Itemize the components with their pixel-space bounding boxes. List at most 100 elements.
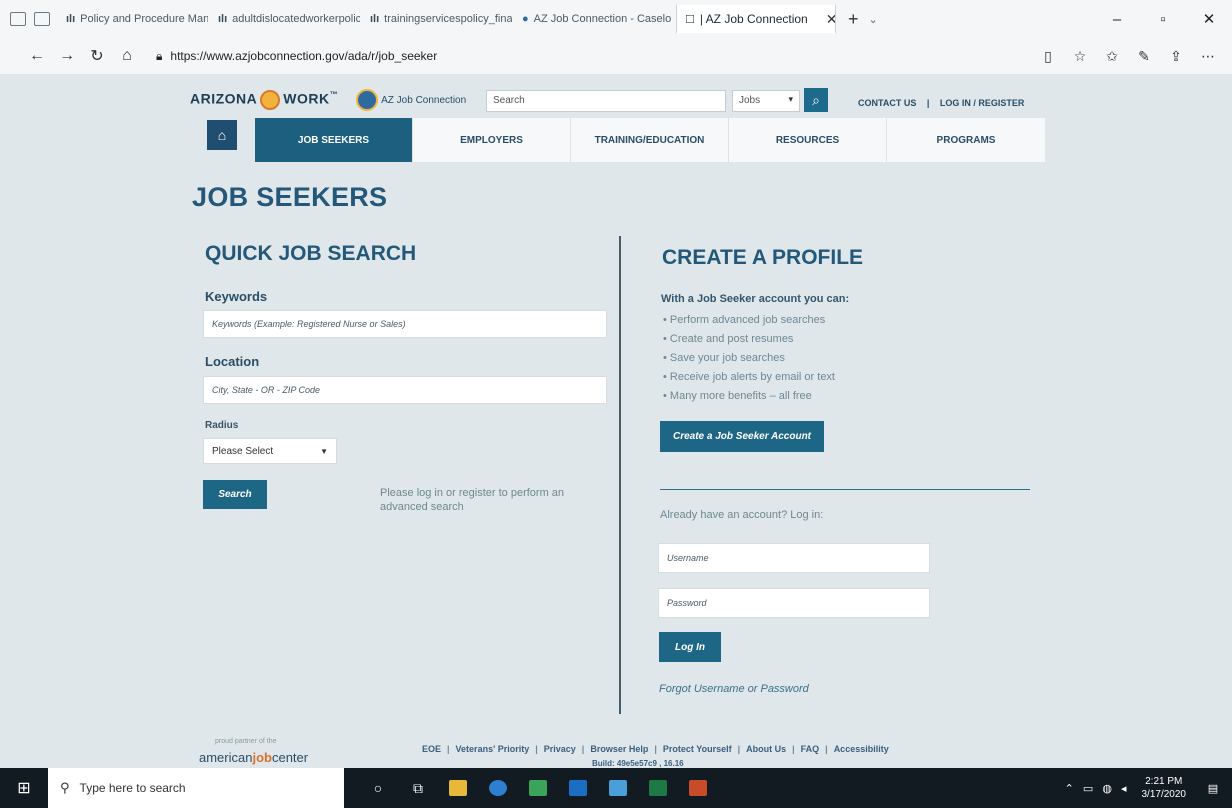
tab-label: adultdislocatedworkerpolic [232,13,360,25]
app-icon[interactable] [598,768,638,808]
minimize-icon[interactable]: – [1094,11,1140,28]
forward-icon[interactable]: → [52,47,82,65]
maximize-icon[interactable]: ▫ [1140,11,1186,28]
refresh-icon[interactable]: ↻ [82,46,112,66]
globe-logo-icon [356,89,379,111]
site-search-input[interactable]: Search [486,90,726,112]
clock-date: 3/17/2020 [1141,789,1187,800]
location-placeholder: City, State - OR - ZIP Code [212,385,321,395]
search-placeholder: Search [493,95,525,106]
browser-tab[interactable]: ılı trainingservicespolicy_final [362,5,512,33]
new-tab-icon[interactable]: + [848,9,859,30]
browser-tab-bar: ılı Policy and Procedure Manu ılı adultd… [0,0,1232,38]
separator: | [654,744,657,754]
nav-employers[interactable]: EMPLOYERS [413,118,571,162]
page-title: JOB SEEKERS [192,182,388,212]
nav-resources[interactable]: RESOURCES [729,118,887,162]
username-placeholder: Username [667,553,709,563]
cortana-icon[interactable]: ○ [358,768,398,808]
browser-tab[interactable]: ılı Policy and Procedure Manu [58,5,208,33]
tab-actions-icon[interactable] [10,12,26,26]
radius-select[interactable]: Please Select ▼ [203,438,337,464]
keywords-input[interactable]: Keywords (Example: Registered Nurse or S… [203,310,607,338]
az-job-connection-logo[interactable]: AZ Job Connection [356,89,466,111]
login-button[interactable]: Log In [659,632,721,662]
location-input[interactable]: City, State - OR - ZIP Code [203,376,607,404]
file-explorer-icon[interactable] [438,768,478,808]
back-icon[interactable]: ← [22,47,52,65]
share-icon[interactable]: ⇪ [1160,48,1192,65]
tab-preview-icon[interactable] [34,12,50,26]
app-icon[interactable] [518,768,558,808]
home-button[interactable]: ⌂ [207,120,237,150]
password-input[interactable]: Password [658,588,930,618]
home-icon[interactable]: ⌂ [112,47,142,65]
create-profile-title: CREATE A PROFILE [662,246,864,269]
separator: | [447,744,450,754]
build-info: Build: 49e5e57c9 , 16.16 [592,759,684,768]
location-label: Location [205,354,260,369]
system-tray: ⌃ ▭ ◍ ◂ 2:21 PM 3/17/2020 ▤ [1065,768,1232,808]
taskbar-apps: ○ ⧉ [358,768,718,808]
more-icon[interactable]: ⋯ [1192,48,1224,65]
username-input[interactable]: Username [658,543,930,573]
login-register-link[interactable]: LOG IN / REGISTER [940,98,1025,108]
browser-tab[interactable]: ● AZ Job Connection - Caselo [514,5,674,33]
footer-link-faq[interactable]: FAQ [801,744,820,754]
forgot-credentials-link[interactable]: Forgot Username or Password [659,683,809,695]
search-button[interactable]: Search [203,480,267,509]
excel-icon[interactable] [638,768,678,808]
radius-value: Please Select [212,445,274,457]
browser-tab[interactable]: ılı adultdislocatedworkerpolic [210,5,360,33]
reading-view-icon[interactable]: ▯ [1032,48,1064,65]
browser-tab-active[interactable]: ☐ | AZ Job Connection ✕ [676,5,836,33]
pen-icon[interactable]: ✎ [1128,48,1160,65]
chevron-down-icon: ▾ [788,94,793,104]
url-field[interactable]: 🔒︎ https://www.azjobconnection.gov/ada/r… [156,49,437,64]
footer-partner-text: proud partner of the [215,738,277,745]
footer-link-eoe[interactable]: EOE [422,744,441,754]
tab-label: AZ Job Connection - Caselo [533,13,672,25]
favorite-star-icon[interactable]: ☆ [1064,48,1096,65]
url-text: https://www.azjobconnection.gov/ada/r/jo… [170,49,438,63]
create-account-button[interactable]: Create a Job Seeker Account [660,421,824,452]
arizona-work-logo[interactable]: ARIZONA WORK™ [190,90,338,110]
start-button[interactable]: ⊞ [0,768,48,808]
outlook-icon[interactable] [558,768,598,808]
footer-link-accessibility[interactable]: Accessibility [834,744,889,754]
task-view-icon[interactable]: ⧉ [398,768,438,808]
ajc-suffix: center [271,750,309,765]
globe-icon: ● [522,13,529,25]
password-placeholder: Password [667,598,707,608]
radius-label: Radius [205,420,239,431]
nav-programs[interactable]: PROGRAMS [887,118,1045,162]
keywords-placeholder: Keywords (Example: Registered Nurse or S… [212,319,406,329]
close-tab-icon[interactable]: ✕ [826,11,835,28]
taskbar-search-input[interactable]: ⚲ Type here to search [48,768,344,808]
logo-trademark: ™ [329,90,339,99]
tray-icons[interactable]: ⌃ ▭ ◍ ◂ [1065,782,1130,795]
separator: | [535,744,538,754]
edge-browser-icon[interactable] [478,768,518,808]
footer-link-privacy[interactable]: Privacy [544,744,576,754]
document-icon: ılı [66,13,76,25]
nav-job-seekers[interactable]: JOB SEEKERS [255,118,413,162]
american-job-center-logo[interactable]: americanjobcenter [199,750,308,765]
notifications-icon[interactable]: ▤ [1202,782,1224,795]
footer-link-veterans[interactable]: Veterans' Priority [456,744,530,754]
nav-training-education[interactable]: TRAINING/EDUCATION [571,118,729,162]
powerpoint-icon[interactable] [678,768,718,808]
footer-link-protect-yourself[interactable]: Protect Yourself [663,744,732,754]
taskbar-clock[interactable]: 2:21 PM 3/17/2020 [1142,775,1187,801]
search-button[interactable]: ⌕ [804,88,828,112]
list-item: Many more benefits – all free [663,387,835,406]
footer-link-browser-help[interactable]: Browser Help [590,744,648,754]
browser-address-bar: ← → ↻ ⌂ 🔒︎ https://www.azjobconnection.g… [0,38,1232,74]
favorites-hub-icon[interactable]: ✩ [1096,48,1128,65]
close-window-icon[interactable]: ✕ [1186,10,1232,28]
chevron-down-icon[interactable]: ⌄ [869,13,878,26]
search-scope-select[interactable]: Jobs ▾ [732,90,800,112]
footer-link-about-us[interactable]: About Us [746,744,786,754]
contact-us-link[interactable]: CONTACT US [858,98,916,108]
benefits-intro: With a Job Seeker account you can: [661,293,850,305]
